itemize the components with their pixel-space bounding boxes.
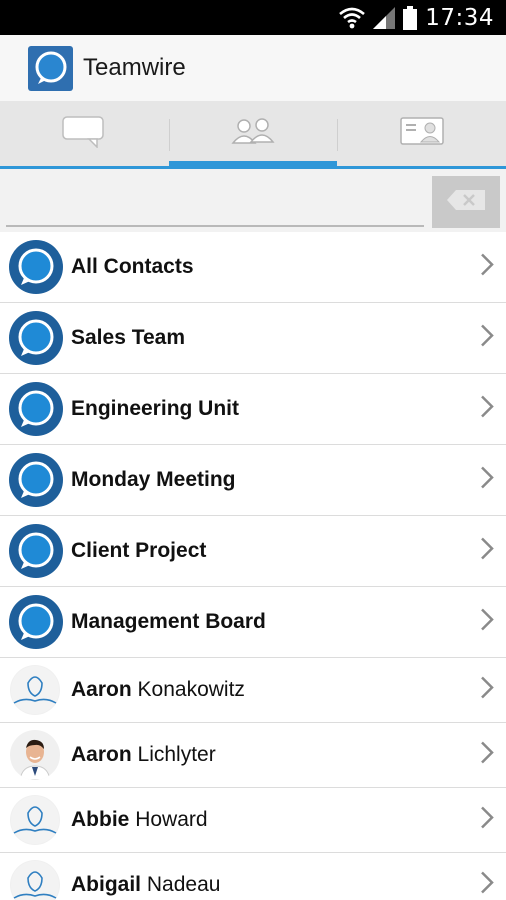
wifi-icon [339,7,366,29]
chevron-right-icon [480,253,494,282]
group-name: Engineering Unit [71,397,239,420]
default-avatar-icon [10,665,60,715]
default-avatar-icon [10,795,60,845]
chevron-right-icon [480,608,494,637]
profile-photo [10,730,60,780]
group-name: Sales Team [71,326,186,349]
group-name: Monday Meeting [71,468,236,491]
group-icon [9,453,63,507]
list-item[interactable]: Management Board [0,587,506,658]
contact-card-icon [399,116,444,151]
list-item[interactable]: Monday Meeting [0,445,506,516]
contact-name: Abbie Howard [71,808,208,831]
tab-chats[interactable] [0,101,169,166]
status-bar: 17:34 [0,0,506,35]
chevron-right-icon [480,676,494,705]
list-item[interactable]: Client Project [0,516,506,587]
list-item[interactable]: Aaron Lichlyter [0,723,506,788]
contact-name: Aaron Lichlyter [71,743,216,766]
chevron-right-icon [480,537,494,566]
clear-search-button[interactable] [432,176,500,228]
group-icon [9,595,63,649]
signal-icon [373,6,396,29]
group-icon [9,311,63,365]
chat-bubble-icon [61,114,107,153]
tab-bar [0,101,506,169]
people-icon [229,116,277,151]
chevron-right-icon [480,871,494,900]
chevron-right-icon [480,395,494,424]
tab-groups[interactable] [168,101,338,169]
list-item[interactable]: All Contacts [0,232,506,303]
group-name: All Contacts [71,255,194,278]
battery-icon [403,5,418,30]
group-icon [9,524,63,578]
group-icon [9,382,63,436]
tab-contacts[interactable] [337,101,506,166]
teamwire-logo-icon[interactable] [28,45,73,91]
contact-list: All Contacts Sales Team Engineering Unit… [0,232,506,900]
group-name: Management Board [71,610,266,633]
list-item[interactable]: Engineering Unit [0,374,506,445]
list-item[interactable]: Abigail Nadeau [0,853,506,900]
chevron-right-icon [480,466,494,495]
contact-name: Aaron Konakowitz [71,678,245,701]
chevron-right-icon [480,806,494,835]
list-item[interactable]: Aaron Konakowitz [0,658,506,723]
default-avatar-icon [10,860,60,900]
search-input[interactable] [6,179,424,227]
group-name: Client Project [71,539,207,562]
backspace-icon [446,189,486,216]
list-item[interactable]: Sales Team [0,303,506,374]
group-icon [9,240,63,294]
contact-name: Abigail Nadeau [71,873,221,896]
clock: 17:34 [425,4,494,31]
app-bar: Teamwire [0,35,506,101]
app-title: Teamwire [83,54,186,81]
search-bar [0,169,506,232]
chevron-right-icon [480,741,494,770]
list-item[interactable]: Abbie Howard [0,788,506,853]
chevron-right-icon [480,324,494,353]
